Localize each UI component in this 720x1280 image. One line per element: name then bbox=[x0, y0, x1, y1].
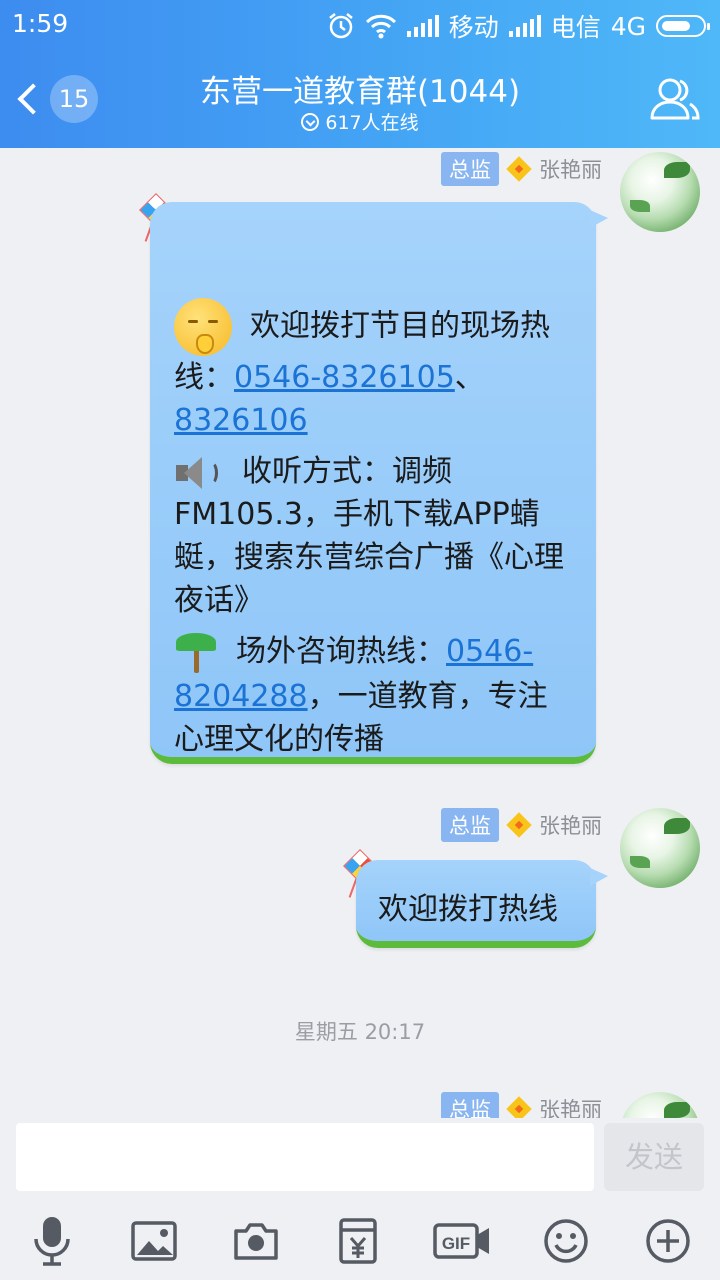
message-2-bubble[interactable]: 欢迎拨打热线 bbox=[356, 860, 608, 948]
wifi-icon bbox=[365, 14, 396, 39]
phone-link-1[interactable]: 0546-8326105 bbox=[234, 360, 455, 395]
red-packet-icon bbox=[339, 1218, 377, 1264]
composer: 发送 GIF bbox=[0, 1118, 720, 1280]
status-icons: 移动 电信 4G bbox=[327, 8, 710, 44]
chat-header: 1:59 移动 电信 4G 15 东营一道教育群(1044) 617人在线 bbox=[0, 0, 720, 148]
carrier-1: 移动 bbox=[448, 13, 499, 42]
message-1-para-2: 收听方式：调频FM105.3，手机下载APP蜻蜓，搜索东营综合广播《心理夜话》 bbox=[174, 453, 564, 618]
timestamp: 星期五 20:17 bbox=[294, 1020, 426, 1044]
carrier-2: 电信 bbox=[550, 13, 601, 42]
diamond-icon bbox=[507, 157, 531, 181]
online-status[interactable]: 617人在线 bbox=[200, 108, 520, 135]
status-time: 1:59 bbox=[12, 9, 69, 38]
message-1-para-3: 场外咨询热线：0546-8204288，一道教育，专注心理文化的传播 bbox=[174, 630, 572, 761]
group-members-icon[interactable] bbox=[648, 74, 702, 124]
chevron-left-icon bbox=[17, 83, 49, 115]
signal-icon-2 bbox=[508, 15, 541, 37]
message-1-meta: 总监 张艳丽 bbox=[441, 152, 602, 186]
message-2-meta: 总监 张艳丽 bbox=[441, 808, 602, 842]
message-1-bubble[interactable]: 欢迎拨打节目的现场热线：0546-8326105、8326106 收听方式：调频… bbox=[150, 202, 608, 764]
camera-button[interactable] bbox=[226, 1208, 286, 1274]
palm-tree-icon bbox=[174, 631, 218, 675]
avatar[interactable] bbox=[620, 152, 700, 232]
avatar[interactable] bbox=[620, 808, 700, 888]
message-2-text: 欢迎拨打热线 bbox=[378, 892, 558, 927]
network-type: 4G bbox=[610, 11, 646, 41]
send-button[interactable]: 发送 bbox=[604, 1123, 704, 1191]
sender-name[interactable]: 张艳丽 bbox=[539, 810, 602, 840]
sender-name[interactable]: 张艳丽 bbox=[539, 154, 602, 184]
plus-icon bbox=[646, 1219, 690, 1263]
back-button[interactable]: 15 bbox=[14, 74, 104, 124]
camera-icon bbox=[234, 1223, 278, 1260]
gif-button[interactable]: GIF bbox=[432, 1208, 492, 1274]
emoji-button[interactable] bbox=[536, 1208, 596, 1274]
composer-toolbar: GIF bbox=[0, 1208, 720, 1274]
diamond-icon bbox=[507, 813, 531, 837]
microphone-icon bbox=[34, 1217, 70, 1266]
more-button[interactable] bbox=[638, 1208, 698, 1274]
speaker-icon bbox=[174, 453, 220, 493]
image-icon bbox=[131, 1221, 177, 1261]
role-badge: 总监 bbox=[441, 152, 499, 186]
emoji-icon bbox=[544, 1219, 588, 1263]
online-count: 617人在线 bbox=[325, 112, 419, 134]
gif-icon: GIF bbox=[433, 1223, 489, 1259]
shy-face-emoji-icon bbox=[174, 298, 232, 356]
status-bar: 1:59 移动 电信 4G bbox=[0, 0, 720, 50]
image-button[interactable] bbox=[124, 1208, 184, 1274]
voice-button[interactable] bbox=[22, 1208, 82, 1274]
battery-icon bbox=[656, 15, 710, 37]
signal-icon bbox=[406, 15, 439, 37]
phone-link-2[interactable]: 8326106 bbox=[174, 403, 308, 438]
message-1-para-1: 欢迎拨打节目的现场热线：0546-8326105、8326106 bbox=[174, 298, 572, 442]
alarm-icon bbox=[328, 13, 353, 39]
message-input[interactable] bbox=[16, 1123, 594, 1191]
role-badge: 总监 bbox=[441, 808, 499, 842]
red-packet-button[interactable] bbox=[328, 1208, 388, 1274]
svg-text:GIF: GIF bbox=[442, 1234, 470, 1253]
group-title[interactable]: 东营一道教育群(1044) bbox=[140, 66, 580, 111]
unread-badge: 15 bbox=[50, 75, 98, 123]
chevron-down-icon bbox=[301, 112, 320, 131]
